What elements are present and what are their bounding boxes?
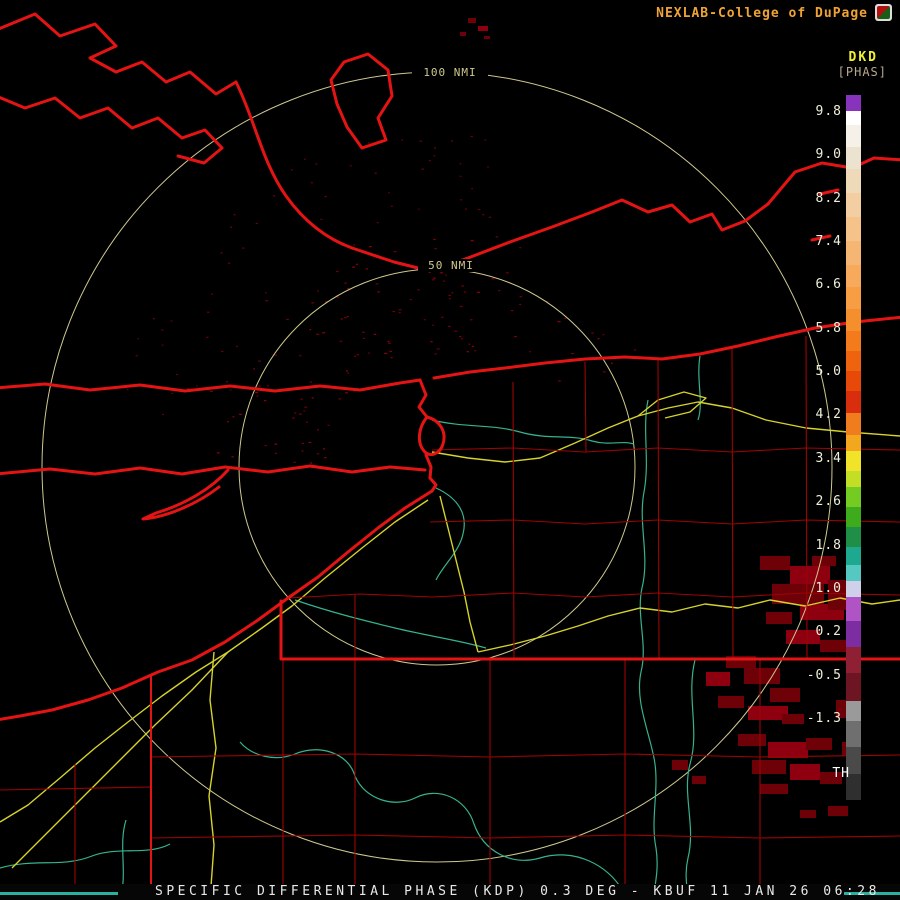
status-accent-left xyxy=(0,892,118,895)
i90-west xyxy=(0,499,429,823)
lake-ontario-south-shore xyxy=(0,378,422,393)
page-title: NEXLAB-College of DuPage xyxy=(656,6,868,21)
colorbar-tick-label: 5.8 xyxy=(815,320,842,336)
colorbar-tick-label: 1.0 xyxy=(815,580,842,596)
colorbar-segment xyxy=(846,527,861,547)
colorbar-tick-label: 2.6 xyxy=(815,494,842,510)
colorbar-tick-label: 9.0 xyxy=(815,147,842,163)
colorbar-segment xyxy=(846,169,861,193)
colorbar-tick-label: -0.5 xyxy=(806,667,842,683)
colorbar-segment xyxy=(846,413,861,435)
range-ring-label-100: 100 NMI xyxy=(412,66,488,79)
colorbar-segment xyxy=(846,435,861,451)
colorbar-tick-label: 5.0 xyxy=(815,364,842,380)
colorbar-segment xyxy=(846,597,861,621)
radar-display: 100 NMI 50 NMI NEXLAB-College of DuPage … xyxy=(0,0,900,900)
colorbar-segment xyxy=(846,565,861,581)
tonawanda-creek xyxy=(431,419,635,445)
colorbar-tick-label: 8.2 xyxy=(815,190,842,206)
status-bar: SPECIFIC DIFFERENTIAL PHASE (KDP) 0.3 DE… xyxy=(0,884,900,900)
colorbar-segment xyxy=(846,287,861,309)
county-lines xyxy=(0,335,900,900)
colorbar-tick-label: -1.3 xyxy=(806,710,842,726)
lake-simcoe xyxy=(329,52,394,150)
rochester-junction xyxy=(637,391,707,419)
colorbar-tick-label: 1.8 xyxy=(815,537,842,553)
lake-erie-north-shore xyxy=(0,464,427,476)
colorbar-segment xyxy=(846,673,861,701)
state-borders xyxy=(0,12,900,721)
colorbar-segment xyxy=(846,487,861,507)
colorbar-tick-label: 7.4 xyxy=(815,234,842,250)
colorbar-segment xyxy=(846,581,861,597)
colorbar-segment xyxy=(846,391,861,413)
rivers xyxy=(0,355,701,900)
colorbar-segment xyxy=(846,217,861,241)
colorbar-segment xyxy=(846,471,861,487)
colorbar-segment xyxy=(846,621,861,647)
radar-speckles xyxy=(126,135,637,464)
niagara-river xyxy=(417,378,446,480)
colorbar-segment xyxy=(846,451,861,471)
cattaraugus-creek xyxy=(294,599,487,649)
colorbar-segment xyxy=(846,147,861,169)
colorbar xyxy=(846,95,861,800)
range-ring-100nmi xyxy=(41,71,833,863)
georgian-bay-shoreline xyxy=(0,12,238,96)
colorbar-tick-label: 4.2 xyxy=(815,407,842,423)
buffalo-harbor xyxy=(428,476,438,493)
genesee-river xyxy=(638,399,658,900)
product-units-label: [PHAS] xyxy=(837,65,887,79)
colorbar-segment xyxy=(846,371,861,391)
colorbar-tick-label: 6.6 xyxy=(815,277,842,293)
long-point xyxy=(141,468,230,521)
colorbar-segment xyxy=(846,95,861,111)
radar-map xyxy=(0,12,900,900)
range-rings xyxy=(41,71,833,863)
colorbar-segment xyxy=(846,125,861,147)
colorbar-segment xyxy=(846,647,861,673)
colorbar-segment xyxy=(846,721,861,747)
colorbar-segment xyxy=(846,547,861,565)
cod-logo-icon xyxy=(875,4,892,21)
threshold-label: TH xyxy=(832,766,850,781)
colorbar-segment xyxy=(846,265,861,287)
route-south xyxy=(439,495,479,653)
colorbar-tick-label: 3.4 xyxy=(815,450,842,466)
colorbar-segment xyxy=(846,331,861,351)
colorbar-segment xyxy=(846,111,861,125)
colorbar-ticks: TH 9.8 9.0 8.2 7.4 6.6 5.8 5.0 4.2 3.4 2.6 1.8 1.0 0… xyxy=(768,95,849,807)
colorbar-segment xyxy=(846,193,861,217)
lake-erie-south-shore xyxy=(0,489,434,721)
colorbar-segment xyxy=(846,309,861,331)
range-ring-label-50: 50 NMI xyxy=(418,259,484,272)
status-text: SPECIFIC DIFFERENTIAL PHASE (KDP) 0.3 DE… xyxy=(155,884,880,899)
colorbar-segment xyxy=(846,351,861,371)
colorbar-segment xyxy=(846,241,861,265)
colorbar-segment xyxy=(846,701,861,721)
allegheny-river xyxy=(239,741,629,900)
product-code: DKD xyxy=(848,50,878,65)
colorbar-tick-label: 9.8 xyxy=(815,104,842,119)
colorbar-segment xyxy=(846,507,861,527)
colorbar-tick-label: 0.2 xyxy=(815,624,842,640)
